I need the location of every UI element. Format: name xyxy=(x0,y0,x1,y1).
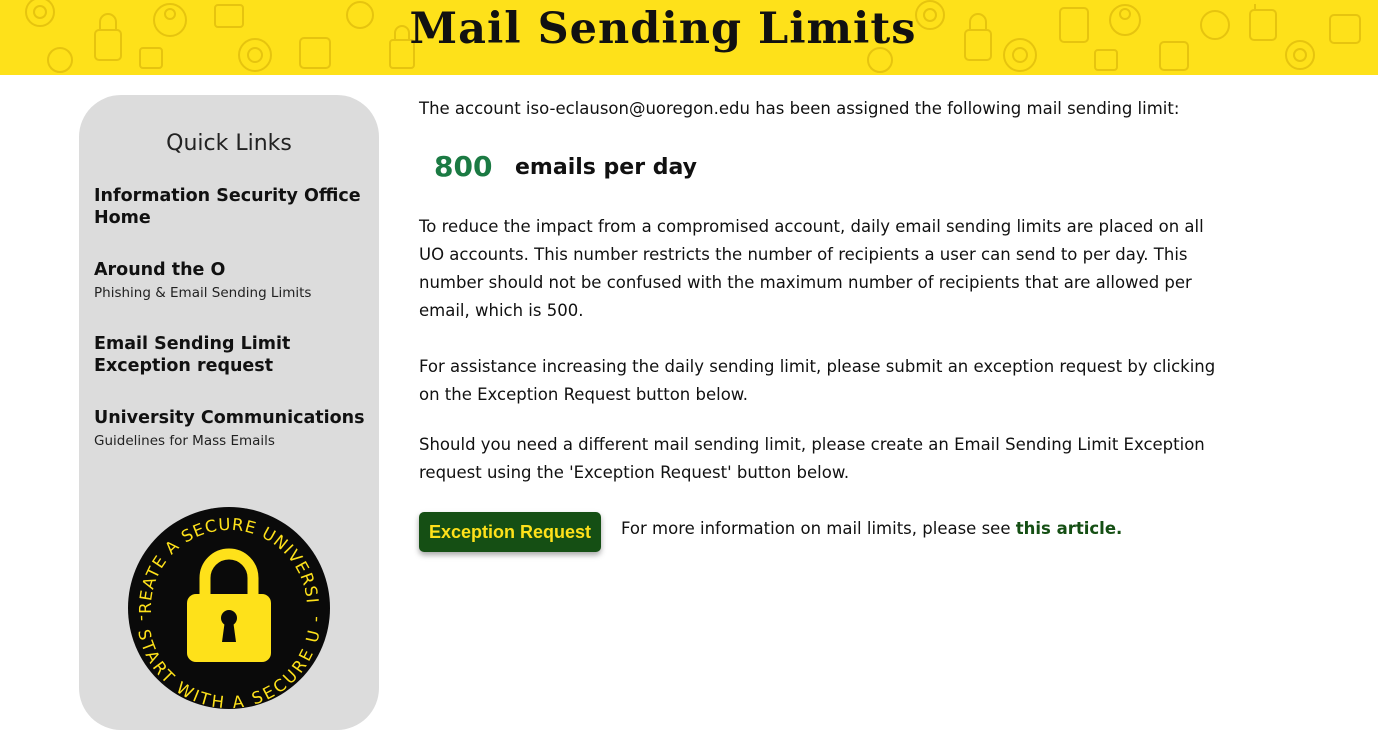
mail-limit-value: 800 xyxy=(434,150,493,183)
secure-university-seal: CREATE A SECURE UNIVERSITY - START WITH … xyxy=(127,506,330,710)
link-university-communications-subtitle: Guidelines for Mass Emails xyxy=(94,433,275,449)
this-article-link[interactable]: this article. xyxy=(1016,519,1123,538)
header-banner: Mail Sending Limits xyxy=(0,0,1378,75)
exception-request-button[interactable]: Exception Request xyxy=(419,512,601,552)
page-title: Mail Sending Limits xyxy=(409,4,917,54)
compromise-explanation-paragraph: To reduce the impact from a compromised … xyxy=(419,217,1204,320)
link-around-the-o[interactable]: Around the O xyxy=(94,259,369,281)
different-limit-paragraph: Should you need a different mail sending… xyxy=(419,435,1205,482)
link-information-security-office-home[interactable]: Information Security Office Home xyxy=(94,185,369,229)
mail-limit-unit: emails per day xyxy=(515,155,697,180)
assistance-paragraph: For assistance increasing the daily send… xyxy=(419,357,1216,404)
quick-links-title: Quick Links xyxy=(166,131,292,156)
link-exception-request[interactable]: Email Sending Limit Exception request xyxy=(94,333,369,377)
link-university-communications[interactable]: University Communications xyxy=(94,407,369,429)
more-info-label: For more information on mail limits, ple… xyxy=(621,519,1016,538)
intro-text: The account iso-eclauson@uoregon.edu has… xyxy=(419,99,1180,118)
link-around-the-o-subtitle: Phishing & Email Sending Limits xyxy=(94,285,312,301)
more-info-text: For more information on mail limits, ple… xyxy=(621,519,1122,538)
